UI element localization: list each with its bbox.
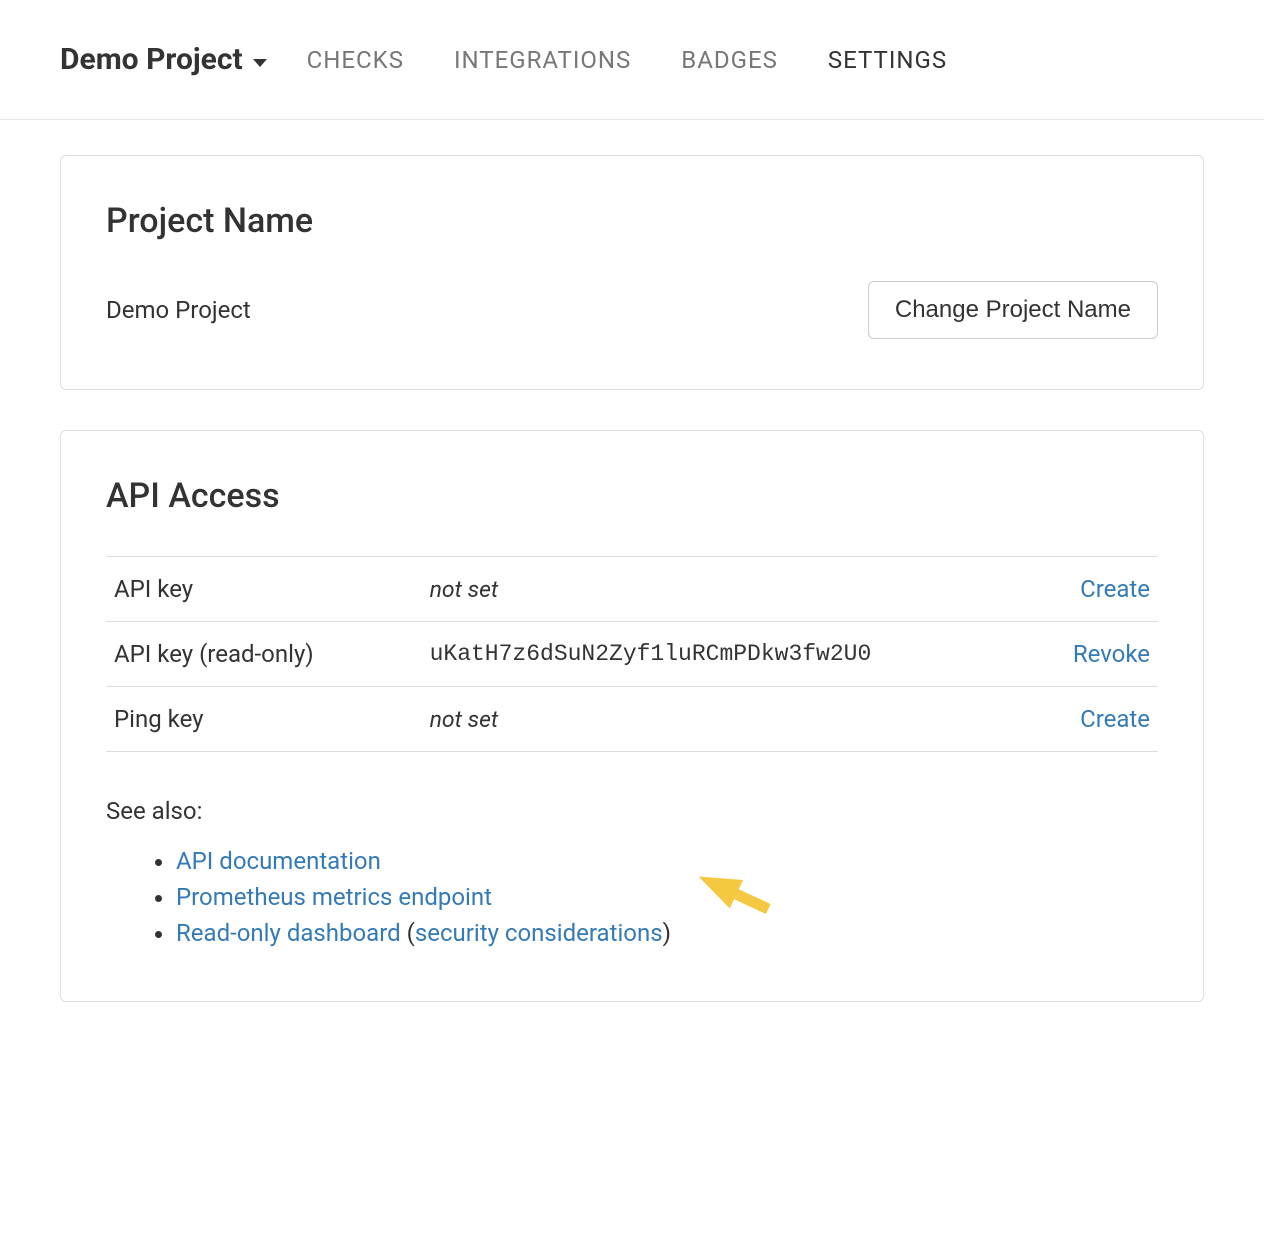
list-item: Prometheus metrics endpoint: [176, 879, 1158, 915]
api-documentation-link[interactable]: API documentation: [176, 847, 381, 875]
navbar: Demo Project CHECKS INTEGRATIONS BADGES …: [0, 0, 1264, 120]
api-keys-table: API key not set Create API key (read-onl…: [106, 556, 1158, 752]
prometheus-endpoint-link[interactable]: Prometheus metrics endpoint: [176, 883, 492, 911]
table-row: API key not set Create: [106, 557, 1158, 622]
tab-checks[interactable]: CHECKS: [307, 1, 404, 119]
ping-key-label: Ping key: [106, 687, 422, 752]
tab-settings[interactable]: SETTINGS: [828, 1, 947, 119]
ping-key-create-link[interactable]: Create: [1080, 705, 1150, 733]
nav-tabs: CHECKS INTEGRATIONS BADGES SETTINGS: [307, 1, 947, 119]
project-dropdown-label: Demo Project: [60, 42, 243, 77]
api-key-readonly-revoke-link[interactable]: Revoke: [1073, 640, 1150, 668]
project-name-panel: Project Name Demo Project Change Project…: [60, 155, 1204, 390]
paren-open: (: [401, 919, 415, 947]
api-access-panel: API Access API key not set Create API ke…: [60, 430, 1204, 1002]
main-content: Project Name Demo Project Change Project…: [0, 120, 1264, 1077]
api-key-create-link[interactable]: Create: [1080, 575, 1150, 603]
caret-down-icon: [253, 59, 267, 67]
project-name-heading: Project Name: [106, 201, 1158, 241]
api-key-readonly-label: API key (read-only): [106, 622, 422, 687]
security-considerations-link[interactable]: security considerations: [415, 919, 663, 947]
paren-close: ): [663, 919, 671, 947]
api-key-readonly-value: uKatH7z6dSuN2Zyf1luRCmPDkw3fw2U0: [422, 622, 948, 687]
list-item: Read-only dashboard (security considerat…: [176, 915, 1158, 951]
api-key-label: API key: [106, 557, 422, 622]
project-name-value: Demo Project: [106, 296, 251, 324]
see-also-label: See also:: [106, 797, 1158, 825]
table-row: Ping key not set Create: [106, 687, 1158, 752]
tab-badges[interactable]: BADGES: [681, 1, 778, 119]
list-item: API documentation: [176, 843, 1158, 879]
api-key-value: not set: [422, 557, 948, 622]
change-project-name-button[interactable]: Change Project Name: [868, 281, 1158, 339]
ping-key-value: not set: [422, 687, 948, 752]
readonly-dashboard-link[interactable]: Read-only dashboard: [176, 919, 401, 947]
table-row: API key (read-only) uKatH7z6dSuN2Zyf1luR…: [106, 622, 1158, 687]
see-also-list: API documentation Prometheus metrics end…: [106, 843, 1158, 951]
tab-integrations[interactable]: INTEGRATIONS: [454, 1, 631, 119]
project-name-row: Demo Project Change Project Name: [106, 281, 1158, 339]
api-access-heading: API Access: [106, 476, 1158, 516]
project-dropdown[interactable]: Demo Project: [60, 42, 267, 77]
